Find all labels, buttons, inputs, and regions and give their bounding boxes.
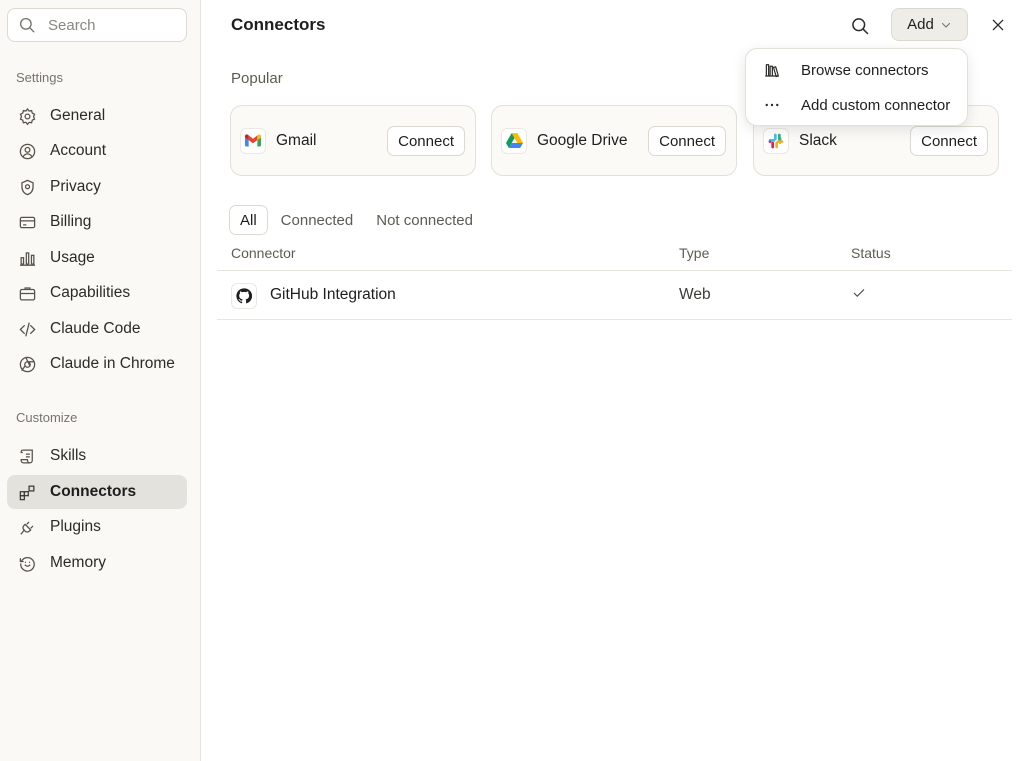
table-row-divider [217, 319, 1012, 320]
connectors-icon [17, 482, 37, 502]
gear-icon [17, 106, 37, 126]
memory-icon [17, 553, 37, 573]
sidebar-item-memory[interactable]: Memory [7, 546, 187, 580]
sidebar-item-skills[interactable]: Skills [7, 439, 187, 473]
main-panel: Connectors Add Popular Gmail Connect Goo… [201, 0, 1024, 761]
library-icon [762, 60, 782, 80]
add-button-label: Add [907, 16, 934, 33]
gmail-icon [240, 127, 266, 154]
sidebar-item-label: Claude Code [50, 320, 141, 337]
connector-card-name: Slack [799, 131, 837, 149]
credit-card-icon [17, 212, 37, 232]
slack-icon [763, 127, 789, 154]
sidebar-item-label: Connectors [50, 483, 137, 500]
menu-item-label: Browse connectors [801, 61, 929, 79]
close-icon [992, 19, 1004, 31]
globe-icon [17, 354, 37, 374]
sidebar-item-label: Capabilities [50, 284, 131, 301]
code-icon [17, 319, 37, 339]
bar-chart-icon [17, 248, 37, 268]
tab-connected[interactable]: Connected [271, 205, 364, 235]
sidebar-item-label: Skills [50, 447, 87, 464]
settings-section-label: Settings [16, 70, 63, 85]
search-icon [19, 17, 35, 33]
table-row[interactable]: GitHub Integration Web [217, 271, 1012, 319]
sidebar-item-plugins[interactable]: Plugins [7, 510, 187, 544]
sidebar-item-claude-code[interactable]: Claude Code [7, 312, 187, 346]
sidebar-item-account[interactable]: Account [7, 134, 187, 168]
sidebar-item-usage[interactable]: Usage [7, 241, 187, 275]
sidebar-item-label: Usage [50, 249, 95, 266]
column-header-connector: Connector [231, 245, 296, 261]
sidebar-item-label: Account [50, 142, 107, 159]
user-circle-icon [17, 141, 37, 161]
check-icon [852, 286, 866, 305]
connector-type: Web [679, 286, 711, 303]
menu-item-add-custom-connector[interactable]: Add custom connector [752, 89, 963, 121]
sidebar-item-label: Plugins [50, 518, 101, 535]
tab-all[interactable]: All [229, 205, 268, 235]
scroll-icon [17, 446, 37, 466]
menu-item-label: Add custom connector [801, 96, 951, 114]
popular-section-label: Popular [231, 70, 283, 87]
sidebar-item-label: Privacy [50, 178, 101, 195]
customize-section-label: Customize [16, 410, 78, 425]
chevron-down-icon [941, 22, 950, 28]
menu-item-browse-connectors[interactable]: Browse connectors [752, 54, 963, 86]
column-header-status: Status [851, 245, 891, 261]
sidebar-item-privacy[interactable]: Privacy [7, 170, 187, 204]
sidebar-item-general[interactable]: General [7, 99, 187, 133]
sidebar-item-label: Billing [50, 213, 92, 230]
connector-card-google-drive[interactable]: Google Drive Connect [491, 105, 737, 176]
sidebar-item-capabilities[interactable]: Capabilities [7, 276, 187, 310]
shield-icon [17, 177, 37, 197]
add-dropdown-menu: Browse connectors Add custom connector [745, 48, 968, 126]
sidebar-item-label: Memory [50, 554, 106, 571]
close-button[interactable] [987, 14, 1009, 36]
connect-button[interactable]: Connect [387, 126, 465, 156]
sidebar-item-claude-in-chrome[interactable]: Claude in Chrome [7, 347, 187, 381]
page-title: Connectors [231, 15, 326, 34]
tab-not-connected[interactable]: Not connected [366, 205, 483, 235]
column-header-type: Type [679, 245, 710, 261]
connector-card-name: Google Drive [537, 131, 628, 149]
briefcase-icon [17, 283, 37, 303]
connector-card-gmail[interactable]: Gmail Connect [230, 105, 476, 176]
search-input[interactable] [48, 16, 168, 34]
add-button[interactable]: Add [891, 8, 968, 41]
connect-button[interactable]: Connect [648, 126, 726, 156]
google-drive-icon [501, 127, 527, 154]
search-button[interactable] [848, 14, 872, 38]
more-horizontal-icon [762, 95, 782, 115]
settings-window: Settings General Account Privacy Billing… [0, 0, 1024, 761]
plug-icon [17, 517, 37, 537]
search-icon [852, 18, 869, 35]
connector-card-name: Gmail [276, 131, 317, 149]
sidebar-item-label: General [50, 107, 106, 124]
filter-tabs: All Connected Not connected [229, 205, 486, 235]
sidebar-item-label: Claude in Chrome [50, 355, 175, 372]
sidebar-item-billing[interactable]: Billing [7, 205, 187, 239]
github-icon [231, 283, 257, 309]
connect-button[interactable]: Connect [910, 126, 988, 156]
sidebar-item-connectors[interactable]: Connectors [7, 475, 187, 509]
sidebar-search[interactable] [7, 8, 187, 42]
sidebar: Settings General Account Privacy Billing… [0, 0, 201, 761]
connector-name: GitHub Integration [270, 286, 396, 303]
